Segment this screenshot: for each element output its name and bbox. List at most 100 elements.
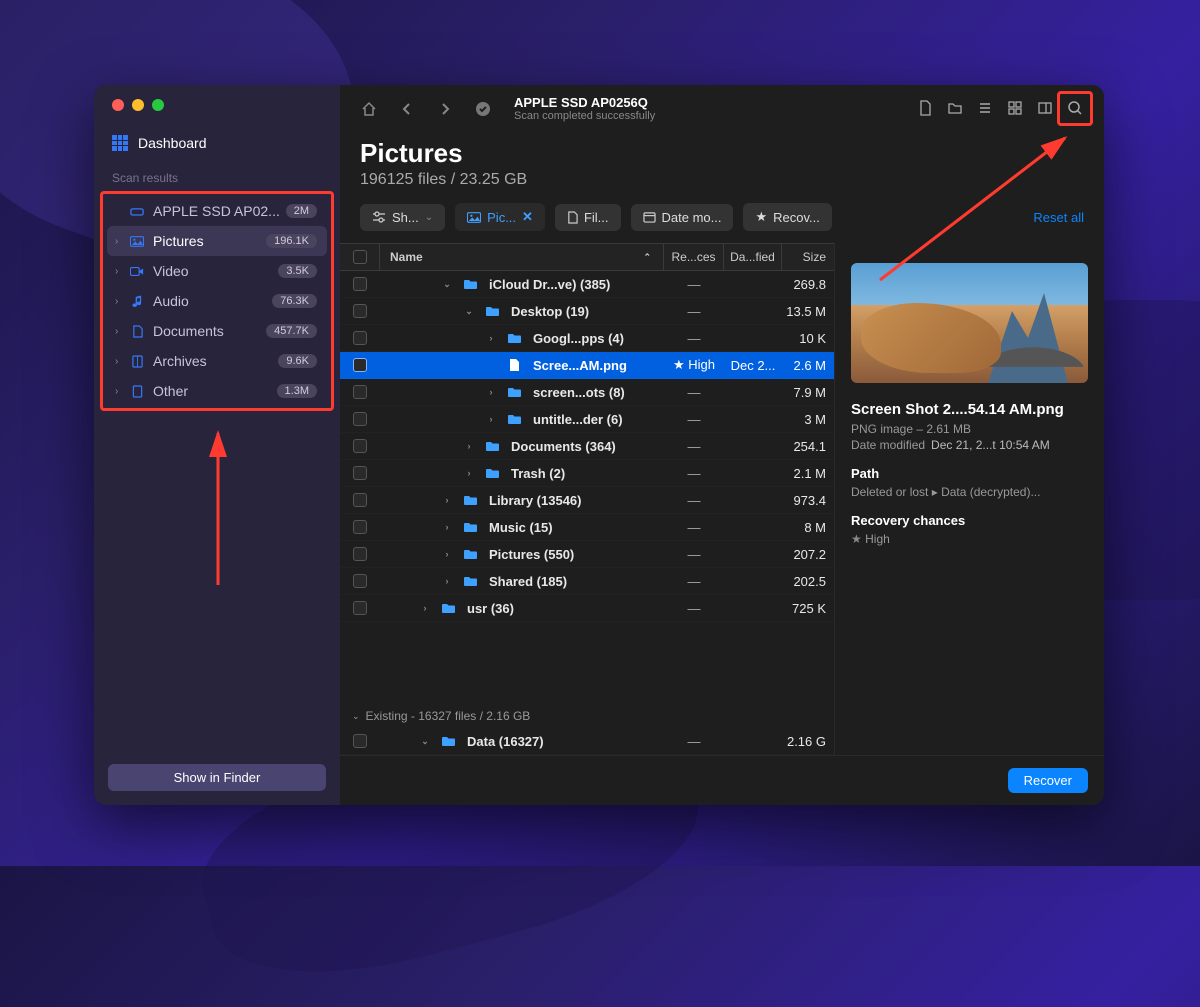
row-checkbox[interactable] [353,412,367,426]
row-expander[interactable]: › [484,387,498,397]
folder-icon [462,574,478,588]
row-expander[interactable]: › [418,603,432,613]
row-expander[interactable]: › [484,414,498,424]
row-size: 725 K [782,601,834,616]
filter-pictures[interactable]: Pic... ✕ [455,203,545,231]
table-row[interactable]: ›Trash (2)—2.1 M [340,460,834,487]
row-size: 2.1 M [782,466,834,481]
maximize-window[interactable] [152,99,164,111]
row-checkbox[interactable] [353,493,367,507]
show-in-finder-button[interactable]: Show in Finder [108,764,326,791]
column-size[interactable]: Size [782,244,834,270]
table-row[interactable]: ›usr (36)—725 K [340,595,834,622]
sidebar-item-other[interactable]: › Other 1.3M [107,376,327,406]
row-expander[interactable]: › [440,549,454,559]
existing-section-header[interactable]: ⌄Existing - 16327 files / 2.16 GB [340,704,834,728]
view-grid-button[interactable] [1002,96,1028,120]
row-expander[interactable]: ⌄ [440,279,454,290]
chevron-down-icon: ⌄ [352,711,360,722]
row-checkbox[interactable] [353,358,367,372]
row-checkbox[interactable] [353,466,367,480]
row-checkbox[interactable] [353,277,367,291]
recover-button[interactable]: Recover [1008,768,1088,793]
table-row[interactable]: ›Music (15)—8 M [340,514,834,541]
row-expander[interactable]: ⌄ [462,306,476,317]
view-file-button[interactable] [912,96,938,120]
page-heading: Pictures 196125 files / 23.25 GB [340,130,1104,203]
table-row[interactable]: ›screen...ots (8)—7.9 M [340,379,834,406]
row-size: 7.9 M [782,385,834,400]
folder-icon [484,304,500,318]
row-recovery: — [664,493,724,508]
sidebar-item-documents[interactable]: › Documents 457.7K [107,316,327,346]
table-row[interactable]: ⌄Desktop (19)—13.5 M [340,298,834,325]
chevron-down-icon: ⌄ [425,212,433,223]
forward-button[interactable] [432,97,458,121]
sidebar-item-audio[interactable]: › Audio 76.3K [107,286,327,316]
sidebar-item-disk[interactable]: APPLE SSD AP02... 2M [107,196,327,226]
table-row[interactable]: Scree...AM.png★ HighDec 2...2.6 M [340,352,834,379]
row-checkbox[interactable] [353,734,367,748]
row-expander[interactable]: ⌄ [418,736,432,747]
row-checkbox[interactable] [353,304,367,318]
search-button[interactable] [1062,96,1088,120]
minimize-window[interactable] [132,99,144,111]
app-window: Dashboard Scan results APPLE SSD AP02...… [94,85,1104,805]
filter-date[interactable]: Date mo... [631,204,734,231]
row-name: Desktop (19) [511,304,589,319]
table-row[interactable]: ›untitle...der (6)—3 M [340,406,834,433]
row-checkbox[interactable] [353,520,367,534]
row-checkbox[interactable] [353,601,367,615]
filter-recovery[interactable]: ★Recov... [743,203,831,231]
reset-filters[interactable]: Reset all [1033,210,1084,225]
home-button[interactable] [356,97,382,121]
row-expander[interactable]: › [440,495,454,505]
toggle-preview-button[interactable] [1032,96,1058,120]
row-checkbox[interactable] [353,331,367,345]
row-checkbox[interactable] [353,439,367,453]
row-recovery: — [664,331,724,346]
scan-results-header: Scan results [94,171,340,191]
row-recovery: — [664,412,724,427]
folder-icon [506,385,522,399]
view-folder-button[interactable] [942,96,968,120]
select-all-checkbox[interactable] [353,250,367,264]
row-name: Data (16327) [467,734,544,749]
row-expander[interactable]: › [462,468,476,478]
row-expander[interactable]: › [462,441,476,451]
row-name: Googl...pps (4) [533,331,624,346]
table-row[interactable]: ⌄iCloud Dr...ve) (385)—269.8 [340,271,834,298]
table-row[interactable]: ›Documents (364)—254.1 [340,433,834,460]
row-recovery: — [664,466,724,481]
table-row[interactable]: ›Pictures (550)—207.2 [340,541,834,568]
row-checkbox[interactable] [353,574,367,588]
table-row[interactable]: ⌄Data (16327)—2.16 G [340,728,834,755]
sidebar-item-archives[interactable]: › Archives 9.6K [107,346,327,376]
table-row[interactable]: ›Googl...pps (4)—10 K [340,325,834,352]
row-checkbox[interactable] [353,547,367,561]
dashboard-nav[interactable]: Dashboard [94,127,340,171]
clear-filter-icon[interactable]: ✕ [522,209,533,225]
filter-file[interactable]: Fil... [555,204,621,231]
column-recovery[interactable]: Re...ces [664,244,724,270]
video-icon [129,264,145,278]
main-panel: APPLE SSD AP0256Q Scan completed success… [340,85,1104,805]
chevron-right-icon: › [115,386,125,397]
view-list-button[interactable] [972,96,998,120]
row-expander[interactable]: › [440,576,454,586]
table-row[interactable]: ›Shared (185)—202.5 [340,568,834,595]
row-expander[interactable]: › [440,522,454,532]
close-window[interactable] [112,99,124,111]
column-name[interactable]: Name ⌃ [380,244,664,270]
sidebar-item-pictures[interactable]: › Pictures 196.1K [107,226,327,256]
star-icon: ★ [755,209,767,225]
row-size: 2.16 G [782,734,834,749]
table-row[interactable]: ›Library (13546)—973.4 [340,487,834,514]
column-date[interactable]: Da...fied [724,244,782,270]
page-subtitle: 196125 files / 23.25 GB [360,171,1084,189]
back-button[interactable] [394,97,420,121]
row-expander[interactable]: › [484,333,498,343]
sidebar-item-video[interactable]: › Video 3.5K [107,256,327,286]
row-checkbox[interactable] [353,385,367,399]
filter-show[interactable]: Sh... ⌄ [360,204,445,231]
